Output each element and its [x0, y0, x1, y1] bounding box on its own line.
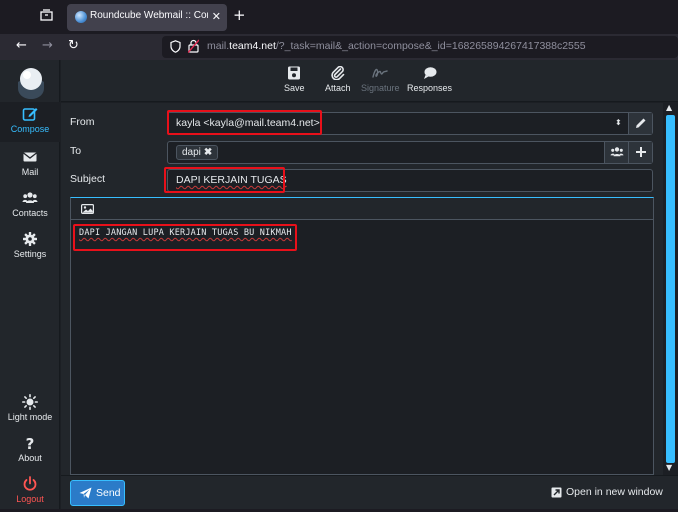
signature-button[interactable]: Signature	[361, 66, 400, 93]
plus-icon	[635, 147, 646, 157]
from-value: kayla <kayla@mail.team4.net>	[176, 117, 320, 129]
gear-icon	[23, 232, 37, 246]
sidebar-item-label: About	[18, 453, 42, 463]
compose-toolbar: Save Attach Signature Responses	[61, 60, 678, 102]
roundcube-app: Compose Mail Contacts Settings Light mod…	[0, 60, 678, 509]
browser-tab[interactable]: Roundcube Webmail :: Compo ✕	[67, 4, 227, 31]
sidebar: Compose Mail Contacts Settings Light mod…	[0, 60, 60, 509]
sidebar-item-contacts[interactable]: Contacts	[0, 186, 60, 226]
scrollbar-thumb[interactable]	[666, 115, 675, 463]
tab-list-icon[interactable]	[38, 9, 54, 25]
send-button[interactable]: Send	[70, 480, 125, 506]
tab-title: Roundcube Webmail :: Compo	[90, 10, 208, 21]
message-body[interactable]: DAPI JANGAN LUPA KERJAIN TUGAS BU NIKMAH	[79, 228, 292, 238]
close-icon[interactable]: ✕	[212, 10, 221, 24]
lock-warning-icon[interactable]	[188, 39, 199, 53]
sun-icon	[22, 394, 38, 410]
subject-label: Subject	[70, 173, 106, 185]
speech-bubble-icon	[423, 67, 437, 79]
url-text: mail.team4.net/?_task=mail&_action=compo…	[207, 40, 586, 52]
sidebar-item-mail[interactable]: Mail	[0, 145, 60, 185]
signature-label: Signature	[361, 83, 400, 93]
compose-form: From kayla <kayla@mail.team4.net> ⬍ To d…	[61, 103, 663, 475]
image-icon[interactable]	[81, 204, 94, 214]
shield-icon[interactable]	[170, 40, 181, 53]
to-label: To	[70, 145, 82, 157]
roundcube-logo-icon[interactable]	[14, 66, 48, 100]
sidebar-item-label: Compose	[10, 124, 50, 134]
url-bar[interactable]: mail.team4.net/?_task=mail&_action=compo…	[162, 36, 678, 58]
sidebar-item-label: Contacts	[12, 208, 48, 218]
sidebar-item-about[interactable]: ? About	[0, 431, 60, 471]
from-select[interactable]: kayla <kayla@mail.team4.net> ⬍	[167, 112, 653, 135]
sidebar-item-label: Light mode	[7, 412, 53, 422]
sidebar-item-label: Logout	[16, 494, 44, 504]
responses-label: Responses	[407, 83, 453, 93]
contacts-icon	[610, 147, 623, 157]
from-label: From	[70, 116, 95, 128]
browser-tab-bar: Roundcube Webmail :: Compo ✕ +	[0, 0, 678, 34]
url-host-prefix: mail.	[207, 40, 230, 52]
scroll-up-icon[interactable]: ▲	[666, 103, 672, 112]
url-host: team4.net	[229, 40, 276, 52]
signature-icon	[372, 68, 388, 78]
url-path: /?_task=mail&_action=compose&_id=1682658…	[275, 40, 586, 52]
external-window-icon	[551, 487, 562, 498]
back-arrow-icon[interactable]: ←	[16, 38, 27, 53]
add-header-button[interactable]	[628, 142, 652, 163]
subject-input[interactable]: DAPI KERJAIN TUGAS	[167, 169, 653, 192]
compose-icon	[22, 108, 38, 121]
save-icon	[288, 66, 301, 80]
compose-footer: Send Open in new window	[61, 475, 678, 509]
sidebar-item-label: Settings	[13, 249, 47, 259]
recipient-chip[interactable]: dapi ✖	[176, 145, 219, 160]
open-in-new-window-link[interactable]: Open in new window	[551, 486, 663, 498]
mail-icon	[23, 152, 37, 162]
responses-button[interactable]: Responses	[407, 66, 452, 93]
browser-nav-bar: ← → ↻ mail.team4.net/?_task=mail&_action…	[0, 34, 678, 60]
paperclip-icon	[331, 66, 345, 80]
recipient-name: dapi	[182, 147, 201, 158]
send-label: Send	[96, 487, 121, 499]
message-editor[interactable]: DAPI JANGAN LUPA KERJAIN TUGAS BU NIKMAH	[70, 197, 654, 475]
sidebar-item-label: Mail	[21, 167, 39, 177]
forward-arrow-icon[interactable]: →	[42, 38, 53, 53]
sidebar-item-settings[interactable]: Settings	[0, 227, 60, 267]
select-caret-icon: ⬍	[615, 118, 622, 127]
subject-value: DAPI KERJAIN TUGAS	[176, 174, 287, 186]
question-icon: ?	[26, 435, 35, 451]
contacts-icon	[22, 192, 38, 203]
edit-identity-button[interactable]	[628, 113, 652, 134]
power-icon	[23, 476, 37, 491]
new-tab-icon[interactable]: +	[233, 6, 246, 24]
svg-text:?: ?	[26, 435, 35, 451]
attach-button[interactable]: Attach	[325, 66, 351, 93]
sidebar-item-light-mode[interactable]: Light mode	[0, 390, 60, 430]
scroll-down-icon[interactable]: ▼	[666, 463, 672, 472]
reload-icon[interactable]: ↻	[68, 38, 79, 53]
sidebar-item-compose[interactable]: Compose	[0, 102, 60, 142]
add-contact-button[interactable]	[604, 142, 628, 163]
editor-toolbar	[71, 198, 653, 220]
remove-recipient-icon[interactable]: ✖	[204, 147, 212, 158]
roundcube-favicon-icon	[75, 11, 87, 23]
open-in-new-window-label: Open in new window	[566, 486, 663, 498]
paper-plane-icon	[79, 487, 92, 499]
scrollbar[interactable]: ▲ ▼	[663, 103, 678, 475]
attach-label: Attach	[325, 83, 351, 93]
save-label: Save	[284, 83, 305, 93]
sidebar-item-logout[interactable]: Logout	[0, 472, 60, 512]
to-recipient-input[interactable]: dapi ✖	[167, 141, 653, 164]
save-button[interactable]: Save	[284, 66, 305, 93]
pencil-icon	[635, 118, 645, 128]
